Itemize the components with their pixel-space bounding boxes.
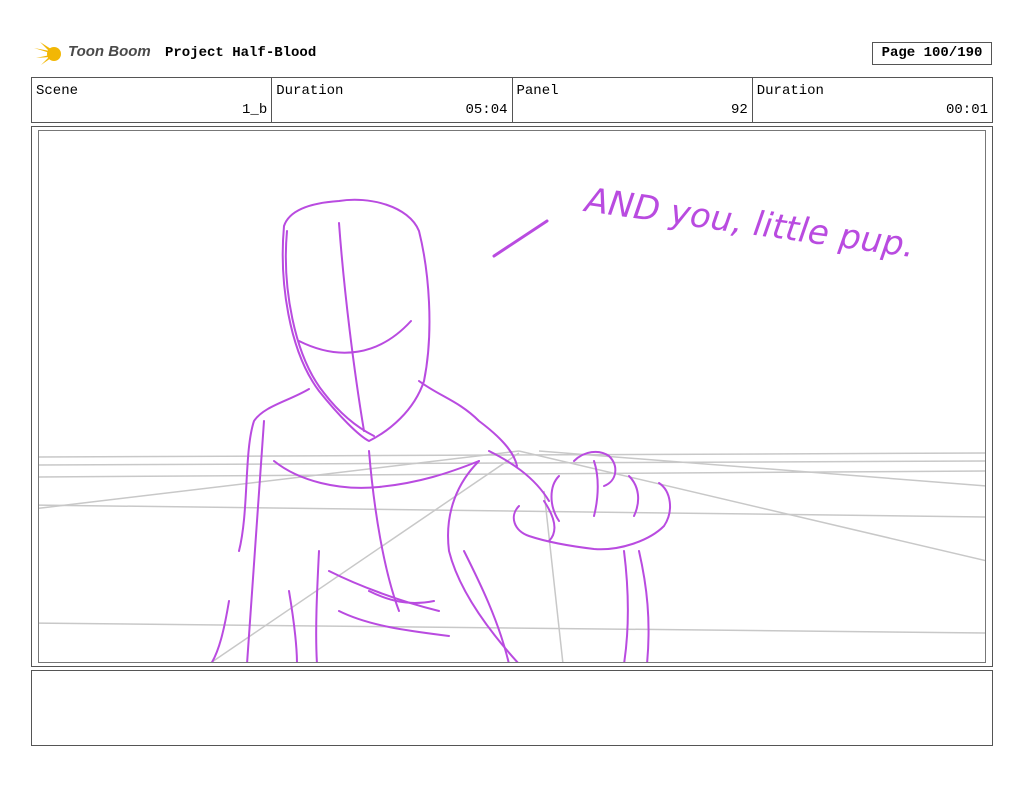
project-title: Project Half-Blood <box>165 45 317 61</box>
storyboard-panel: AND you, little pup. <box>38 130 986 663</box>
logo-text: Toon Boom <box>68 43 151 60</box>
panel-duration-value: 00:01 <box>945 102 988 118</box>
page-indicator: Page 100/190 <box>872 42 992 65</box>
scene-duration-label: Duration <box>276 83 344 99</box>
scene-label: Scene <box>36 83 79 99</box>
scene-value: 1_b <box>242 102 268 118</box>
panel-duration-cell: Duration 00:01 <box>753 78 992 122</box>
motion-line <box>492 219 549 258</box>
character-sketch <box>210 198 671 662</box>
scene-cell: Scene 1_b <box>32 78 273 122</box>
panel-duration-label: Duration <box>756 83 824 99</box>
panel-notes <box>31 670 993 746</box>
panel-value: 92 <box>730 102 748 118</box>
sketch-drawing: AND you, little pup. <box>39 180 985 662</box>
scene-duration-cell: Duration 05:04 <box>272 78 513 122</box>
panel-cell: Panel 92 <box>513 78 753 122</box>
dialogue-text: AND you, little pup. <box>581 180 917 266</box>
toon-boom-logo <box>34 42 61 65</box>
scene-duration-value: 05:04 <box>465 102 508 118</box>
panel-label: Panel <box>516 83 559 99</box>
perspective-guides <box>39 450 985 662</box>
panel-info-row: Scene 1_b Duration 05:04 Panel 92 Durati… <box>31 77 993 123</box>
